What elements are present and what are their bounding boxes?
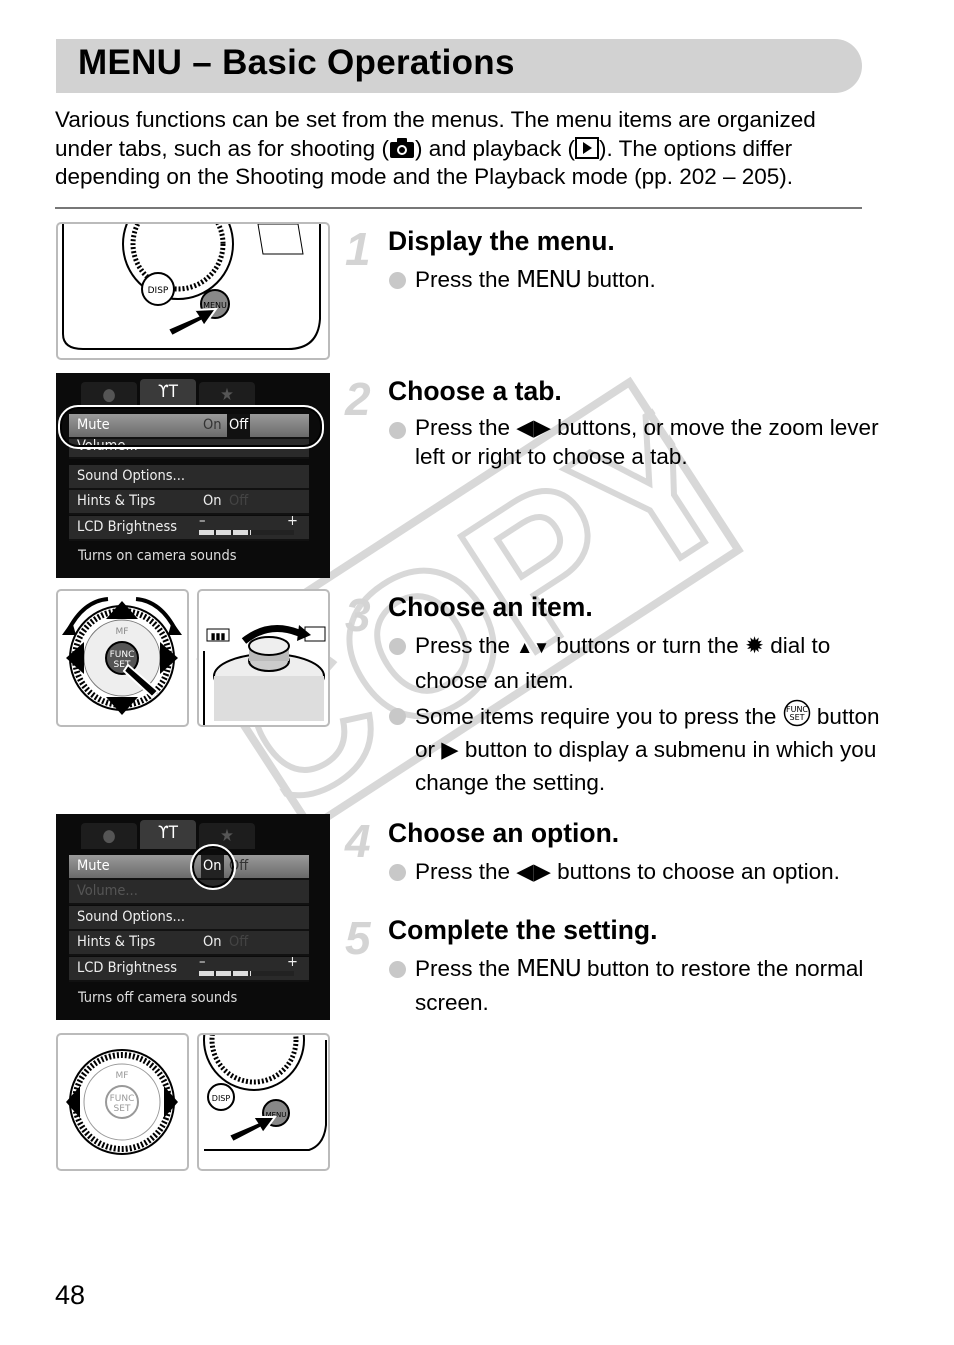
highlight-circle xyxy=(190,844,236,890)
camera-icon xyxy=(389,137,414,158)
svg-text:SET: SET xyxy=(789,713,804,722)
brightness-bar xyxy=(199,971,294,976)
menu-item-lcd-brightness[interactable]: LCD Brightness – + xyxy=(69,954,309,982)
bullet: Some items require you to press the FUNC… xyxy=(388,699,895,799)
menu-item-sound-options[interactable]: Sound Options... xyxy=(69,465,309,490)
menu-item-lcd-brightness[interactable]: LCD Brightness – + xyxy=(69,513,309,541)
camera-menu-screen: ● ϒT ★ Mute On Off Volume... Sound Options… xyxy=(56,373,330,578)
intro-paragraph: Various functions can be set from the me… xyxy=(55,107,816,189)
menu-description: Turns on camera sounds xyxy=(78,548,237,564)
menu-button-label: MENU xyxy=(516,267,581,293)
step-number: 3 xyxy=(345,589,371,641)
control-dial-illustration: FUNC SET MF xyxy=(56,1033,189,1171)
page-title: MENU – Basic Operations xyxy=(78,43,515,82)
left-right-arrows-icon: ◀▶ xyxy=(516,415,551,440)
step-title: Complete the setting. xyxy=(388,915,658,945)
right-arrow-icon: ▶ xyxy=(441,737,459,762)
step-title: Choose an option. xyxy=(388,818,620,848)
svg-text:▮▮▮: ▮▮▮ xyxy=(211,631,226,641)
svg-text:MF: MF xyxy=(116,627,129,637)
camera-icon[interactable]: ● xyxy=(81,823,137,849)
up-down-arrows-icon: ▲▼ xyxy=(516,638,550,657)
control-dial-icon: ✹ xyxy=(745,633,764,658)
intro-line: depending on the Shooting mode and the P… xyxy=(55,164,794,189)
intro-line: under tabs, such as for shooting ( xyxy=(55,135,389,161)
highlight-oval xyxy=(58,405,324,449)
section-header: MENU – Basic Operations xyxy=(56,39,862,93)
control-dial-illustration: FUNC SET MF xyxy=(56,589,189,727)
menu-button-label: MENU xyxy=(516,956,581,982)
menu-item-mute[interactable]: Mute On Off xyxy=(69,855,309,880)
svg-text:SET: SET xyxy=(114,1104,131,1114)
svg-text:FUNC: FUNC xyxy=(110,650,135,660)
camera-menu-button-illustration: DISP MENU xyxy=(56,222,330,360)
intro-line: Various functions can be set from the me… xyxy=(55,107,816,132)
step-title: Choose an item. xyxy=(388,592,593,622)
bullet: Press the ▲▼ buttons or turn the ✹ dial … xyxy=(388,629,895,697)
playback-icon xyxy=(575,136,600,159)
step-number: 1 xyxy=(345,223,371,275)
menu-item-hints-tips[interactable]: Hints & Tips On Off xyxy=(69,490,309,515)
wrench-hammer-icon[interactable]: ϒT xyxy=(140,379,196,408)
step-number: 2 xyxy=(345,373,371,425)
bullet: Press the ◀▶ buttons to choose an option… xyxy=(388,855,915,888)
bullet: Press the ◀▶ buttons, or move the zoom l… xyxy=(388,413,895,471)
bullet: Press the MENU button to restore the nor… xyxy=(388,952,895,1019)
page-number: 48 xyxy=(55,1280,86,1310)
step-number: 5 xyxy=(345,912,371,964)
brightness-bar xyxy=(199,530,294,535)
func-set-icon: FUNCSET xyxy=(783,699,810,727)
left-right-arrows-icon: ◀▶ xyxy=(516,859,551,884)
bullet: Press the MENU button. xyxy=(388,263,895,297)
camera-menu-button-illustration: DISP MENU xyxy=(197,1033,330,1171)
menu-description: Turns off camera sounds xyxy=(78,990,238,1006)
svg-text:MF: MF xyxy=(116,1071,129,1081)
divider xyxy=(55,207,862,209)
svg-text:DISP: DISP xyxy=(148,286,169,296)
svg-text:FUNC: FUNC xyxy=(110,1094,135,1104)
menu-item-hints-tips[interactable]: Hints & Tips On Off xyxy=(69,931,309,956)
menu-item-volume[interactable]: Volume... xyxy=(69,880,309,905)
svg-text:DISP: DISP xyxy=(212,1094,231,1103)
camera-menu-screen: ● ϒT ★ Mute On Off Volume... Sound Options… xyxy=(56,814,330,1020)
step-title: Display the menu. xyxy=(388,226,615,256)
wrench-hammer-icon[interactable]: ϒT xyxy=(140,820,196,849)
step-title: Choose a tab. xyxy=(388,376,562,406)
manual-page: MENU – Basic Operations Various function… xyxy=(0,0,954,1345)
zoom-lever-illustration: ▮▮▮ xyxy=(197,589,330,727)
step-number: 4 xyxy=(345,815,371,867)
menu-item-sound-options[interactable]: Sound Options... xyxy=(69,906,309,931)
